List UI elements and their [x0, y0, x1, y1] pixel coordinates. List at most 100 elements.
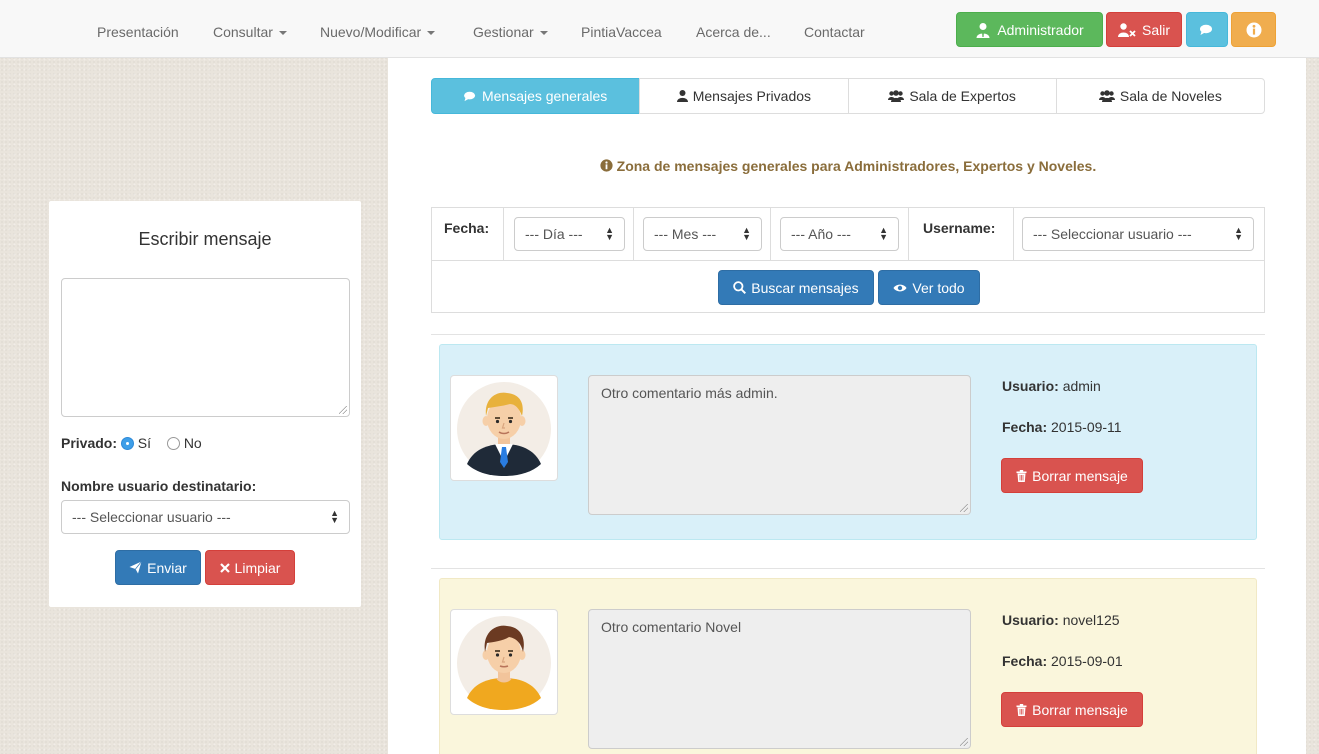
cell-divider — [770, 208, 771, 261]
cell-divider — [503, 208, 504, 261]
recipient-label: Nombre usuario destinatario: — [61, 478, 257, 494]
message-date: Fecha: 2015-09-11 — [1002, 419, 1122, 435]
ver-todo-button[interactable]: Ver todo — [878, 270, 980, 305]
nav-pintiavaccea[interactable]: PintiaVaccea — [581, 0, 662, 58]
ver-todo-label: Ver todo — [912, 279, 965, 296]
times-icon — [219, 562, 230, 573]
cell-divider — [633, 208, 634, 261]
month-select[interactable]: --- Mes --- ▲ ▼ — [643, 217, 762, 251]
message-textarea[interactable] — [61, 278, 350, 417]
cell-divider — [908, 208, 909, 261]
nav-gestionar[interactable]: Gestionar — [473, 0, 548, 58]
users-icon — [1098, 90, 1115, 102]
select-arrows-icon: ▲ ▼ — [605, 225, 614, 242]
eye-icon — [893, 284, 907, 291]
tab-label: Mensajes Privados — [692, 88, 812, 104]
tab-mensajes-generales[interactable]: Mensajes generales — [431, 78, 641, 114]
message-tabs: Mensajes generales Mensajes Privados Sal… — [431, 78, 1265, 114]
tab-sala-expertos[interactable]: Sala de Expertos — [847, 78, 1057, 114]
radio-no[interactable] — [166, 437, 180, 450]
info-circle-icon — [600, 159, 613, 172]
borrar-mensaje-label: Borrar mensaje — [1032, 467, 1128, 484]
comments-icon — [464, 91, 476, 101]
username-select[interactable]: --- Seleccionar usuario --- ▲ ▼ — [1022, 217, 1254, 251]
private-option-row: Privado: Sí No — [61, 435, 202, 451]
tab-sala-noveles[interactable]: Sala de Noveles — [1055, 78, 1265, 114]
user-icon — [676, 90, 688, 102]
administrador-label: Administrador — [997, 21, 1084, 38]
buscar-mensajes-button[interactable]: Buscar mensajes — [718, 270, 874, 305]
buscar-mensajes-label: Buscar mensajes — [751, 279, 859, 296]
nav-acerca-de[interactable]: Acerca de... — [696, 0, 771, 58]
month-select-value: --- Mes --- — [654, 226, 717, 242]
day-select-value: --- Día --- — [525, 226, 583, 242]
message-text[interactable]: Otro comentario Novel — [588, 609, 971, 749]
user-times-icon — [1117, 22, 1136, 37]
year-select[interactable]: --- Año --- ▲ ▼ — [780, 217, 899, 251]
resize-handle-icon[interactable] — [339, 406, 347, 414]
compose-panel: Escribir mensaje Privado: Sí No Nombre u… — [49, 201, 361, 607]
tab-label: Sala de Expertos — [909, 88, 1016, 104]
message-text[interactable]: Otro comentario más admin. — [588, 375, 971, 515]
radio-no-label: No — [183, 435, 202, 451]
recipient-select[interactable]: --- Seleccionar usuario --- ▲ ▼ — [61, 500, 350, 534]
nav-nuevo-modificar[interactable]: Nuevo/Modificar — [320, 0, 436, 58]
search-icon — [733, 281, 747, 294]
enviar-button[interactable]: Enviar — [115, 550, 201, 585]
fecha-label: Fecha: — [444, 220, 490, 236]
enviar-label: Enviar — [147, 559, 187, 576]
nav-contactar[interactable]: Contactar — [804, 0, 865, 58]
year-select-value: --- Año --- — [791, 226, 851, 242]
users-icon — [888, 90, 905, 102]
search-filter-row: Fecha: --- Día --- ▲ ▼ --- Mes --- ▲ ▼ ---… — [432, 208, 1264, 261]
limpiar-button[interactable]: Limpiar — [205, 550, 295, 585]
user-value: admin — [1062, 378, 1101, 394]
chat-button[interactable] — [1186, 12, 1228, 47]
day-select[interactable]: --- Día --- ▲ ▼ — [514, 217, 625, 251]
cell-divider — [1013, 208, 1014, 261]
nav-consultar[interactable]: Consultar — [213, 0, 287, 58]
user-value: novel125 — [1062, 612, 1120, 628]
user-label: Usuario: — [1002, 612, 1059, 628]
date-value: 2015-09-11 — [1051, 419, 1122, 435]
comments-icon — [1200, 24, 1212, 35]
trash-icon — [1016, 703, 1027, 716]
compose-title: Escribir mensaje — [138, 229, 272, 249]
paper-plane-icon — [129, 561, 142, 574]
select-arrows-icon: ▲ ▼ — [742, 225, 751, 242]
resize-handle-icon[interactable] — [960, 504, 968, 512]
limpiar-label: Limpiar — [234, 559, 281, 576]
zone-notice: Zona de mensajes generales para Administ… — [431, 158, 1265, 174]
borrar-mensaje-label: Borrar mensaje — [1032, 701, 1128, 718]
resize-handle-icon[interactable] — [960, 738, 968, 746]
avatar — [450, 375, 558, 481]
salir-button[interactable]: Salir — [1106, 12, 1182, 47]
date-value: 2015-09-01 — [1051, 653, 1123, 669]
divider — [431, 568, 1265, 569]
tab-mensajes-privados[interactable]: Mensajes Privados — [639, 78, 849, 114]
recipient-select-value: --- Seleccionar usuario --- — [72, 509, 231, 525]
nav-presentacion[interactable]: Presentación — [97, 0, 179, 58]
borrar-mensaje-button[interactable]: Borrar mensaje — [1001, 692, 1143, 727]
nav-nuevo-modificar-label: Nuevo/Modificar — [320, 24, 422, 40]
radio-yes[interactable] — [120, 437, 134, 450]
message-user: Usuario: admin — [1002, 378, 1101, 394]
admin-avatar-icon — [457, 382, 551, 476]
salir-label: Salir — [1141, 21, 1170, 38]
user-tie-icon — [976, 22, 990, 38]
administrador-button[interactable]: Administrador — [956, 12, 1103, 47]
username-select-value: --- Seleccionar usuario --- — [1033, 226, 1192, 242]
caret-down-icon — [539, 31, 548, 36]
borrar-mensaje-button[interactable]: Borrar mensaje — [1001, 458, 1143, 493]
message-user: Usuario: novel125 — [1002, 612, 1120, 628]
message-date: Fecha: 2015-09-01 — [1002, 653, 1123, 669]
date-label: Fecha: — [1002, 653, 1048, 669]
radio-yes-label: Sí — [137, 435, 152, 451]
message-text-value: Otro comentario más admin. — [601, 385, 778, 401]
trash-icon — [1016, 469, 1027, 482]
info-button[interactable] — [1231, 12, 1276, 47]
select-arrows-icon: ▲ ▼ — [879, 225, 888, 242]
select-arrows-icon: ▲ ▼ — [330, 508, 339, 525]
tab-label: Mensajes generales — [481, 88, 608, 104]
message-card: Otro comentario Novel Usuario: novel125 … — [439, 578, 1257, 754]
